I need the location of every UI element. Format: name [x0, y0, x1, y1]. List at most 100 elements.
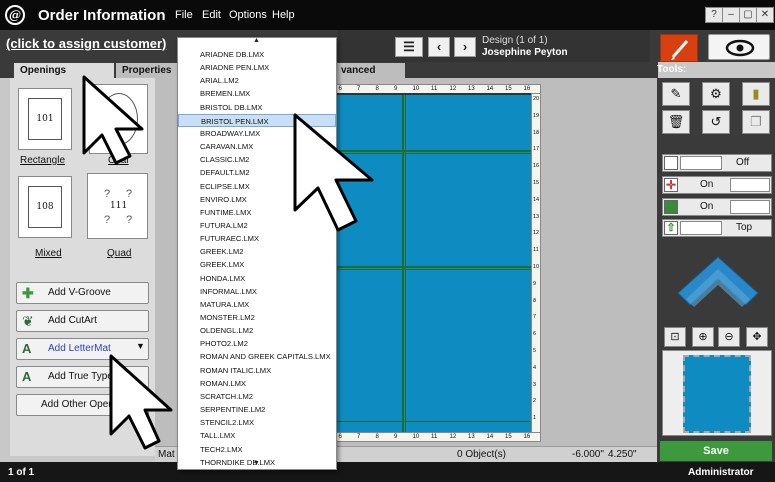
zoom-fit-icon[interactable]: ⊡ [664, 327, 686, 347]
menu-edit[interactable]: Edit [202, 9, 221, 21]
toggle-slider[interactable] [730, 200, 770, 214]
groove-line [315, 421, 539, 422]
maximize-button[interactable]: ▢ [739, 7, 757, 23]
font-option[interactable]: ARIADNE DB.LMX [178, 48, 336, 61]
ruler-tick-label: 18 [533, 129, 540, 136]
font-option[interactable]: PHOTO2.LM2 [178, 337, 336, 350]
font-option[interactable]: MONSTER.LM2 [178, 311, 336, 324]
font-option[interactable]: SCRATCH.LM2 [178, 390, 336, 403]
ruler-tick-label: 2 [533, 398, 537, 405]
font-option[interactable]: HONDA.LMX [178, 272, 336, 285]
preview-mat [683, 355, 751, 433]
tab-advanced[interactable]: vanced [335, 63, 405, 79]
ruler-tick-label: 9 [394, 434, 398, 440]
rectangle-opening-tile[interactable]: 101 [18, 88, 72, 150]
quad-glyph-bl: ? [104, 214, 111, 226]
font-option[interactable]: INFORMAL.LMX [178, 285, 336, 298]
font-option[interactable]: ROMAN ITALIC.LMX [178, 364, 336, 377]
ruler-tick-label: 14 [533, 196, 540, 203]
menu-file[interactable]: File [175, 9, 193, 21]
ruler-tick-label: 20 [533, 96, 540, 102]
mixed-opening-tile[interactable]: 108 [18, 176, 72, 238]
toggle-slider[interactable] [730, 178, 770, 192]
rectangle-label[interactable]: Rectangle [20, 155, 65, 166]
menu-help[interactable]: Help [272, 9, 295, 21]
zoom-in-icon[interactable]: ⊕ [692, 327, 714, 347]
quad-opening-tile[interactable]: ? ? 111 ? ? [87, 173, 148, 239]
close-button[interactable]: ✕ [756, 7, 774, 23]
trash-icon[interactable]: 🗑 [662, 110, 690, 134]
quad-label[interactable]: Quad [107, 248, 131, 259]
crosshair-icon: ✛ [664, 178, 678, 192]
mixed-label[interactable]: Mixed [35, 248, 62, 259]
font-option[interactable]: BREMEN.LMX [178, 87, 336, 100]
ruler-tick-label: 11 [431, 86, 438, 92]
butterfly-icon: ❦ [22, 313, 34, 329]
menu-options[interactable]: Options [229, 9, 267, 21]
frame-icon [664, 156, 678, 170]
letter-a-icon: A [22, 341, 32, 356]
hamburger-menu-button[interactable]: ☰ [395, 37, 423, 57]
ruler-tick-label: 10 [412, 86, 420, 92]
ruler-tick-label: 6 [338, 86, 342, 92]
help-window-button[interactable]: ? [705, 7, 723, 23]
font-option[interactable]: TECH2.LMX [178, 443, 336, 456]
ruler-tick-label: 10 [533, 264, 540, 270]
pen-tool-icon[interactable]: ✎ [662, 82, 690, 106]
font-option[interactable]: OLDENGL.LM2 [178, 324, 336, 337]
ruler-tick-label: 15 [505, 434, 512, 440]
font-option[interactable]: GREEK.LM2 [178, 245, 336, 258]
edit-design-button[interactable] [660, 34, 698, 62]
ruler-tick-label: 6 [533, 331, 537, 338]
groove-line [405, 95, 406, 439]
ruler-tick-label: 4 [533, 364, 537, 371]
coord-x: -6.000" [572, 449, 604, 460]
zoom-select-icon[interactable]: ✥ [746, 327, 768, 347]
ruler-tick-label: 16 [533, 163, 540, 170]
tools-label: Tools: [657, 64, 687, 75]
ruler-tick-label: 3 [533, 381, 537, 388]
save-button[interactable]: Save [660, 441, 772, 461]
assign-customer-link[interactable]: (click to assign customer) [6, 36, 166, 51]
ruler-tick-label: 17 [533, 146, 540, 153]
font-option[interactable]: MATURA.LMX [178, 298, 336, 311]
copy-icon[interactable]: ❐ [742, 110, 770, 134]
font-option[interactable]: ARIAL.LM2 [178, 74, 336, 87]
toggle-off-label: Off [736, 157, 750, 168]
font-option[interactable]: STENCIL2.LMX [178, 416, 336, 429]
undo-icon[interactable]: ↺ [702, 110, 730, 134]
design-counter: Design (1 of 1) [482, 35, 548, 46]
ruler-tick-label: 5 [533, 348, 537, 354]
current-user: Administrator [688, 467, 754, 478]
lettermat-font-dropdown[interactable]: ▲ ARIADNE DB.LMX ARIADNE PEN.LMX ARIAL.LM2… [177, 37, 337, 470]
quad-opening-value: 111 [110, 201, 128, 211]
zoom-out-icon[interactable]: ⊖ [718, 327, 740, 347]
ruler-icon[interactable]: ▮ [742, 82, 770, 106]
minimize-button[interactable]: – [722, 7, 740, 23]
view-button[interactable] [708, 34, 770, 60]
toggle-top-label: Top [736, 222, 753, 233]
mouse-cursor-icon [82, 75, 144, 165]
toggle-slider[interactable] [680, 221, 722, 235]
font-option[interactable]: ARIADNE PEN.LMX [178, 61, 336, 74]
font-option[interactable]: GREEK.LMX [178, 258, 336, 271]
ruler-tick-label: 13 [533, 213, 540, 220]
chevron-down-icon[interactable]: ▼ [136, 341, 145, 351]
ruler-tick-label: 10 [412, 434, 420, 440]
previous-design-button[interactable]: ‹ [428, 37, 450, 57]
font-option[interactable]: SERPENTINE.LM2 [178, 403, 336, 416]
ruler-tick-label: 8 [533, 297, 537, 304]
toggle-slider[interactable] [680, 156, 722, 170]
ruler-tick-label: 7 [533, 314, 537, 321]
next-design-button[interactable]: › [454, 37, 476, 57]
gear-icon[interactable]: ⚙ [702, 82, 730, 106]
font-option[interactable]: TALL.LMX [178, 429, 336, 442]
app-logo-icon: @ [5, 5, 25, 25]
quad-glyph-br: ? [126, 214, 133, 226]
scroll-down-icon[interactable]: ▼ [253, 460, 260, 467]
font-option[interactable]: ROMAN.LMX [178, 377, 336, 390]
font-option[interactable]: ROMAN AND GREEK CAPITALS.LMX [178, 350, 336, 363]
quad-glyph-tr: ? [126, 188, 133, 200]
ruler-tick-label: 15 [533, 180, 540, 186]
scroll-up-icon[interactable]: ▲ [253, 37, 260, 44]
